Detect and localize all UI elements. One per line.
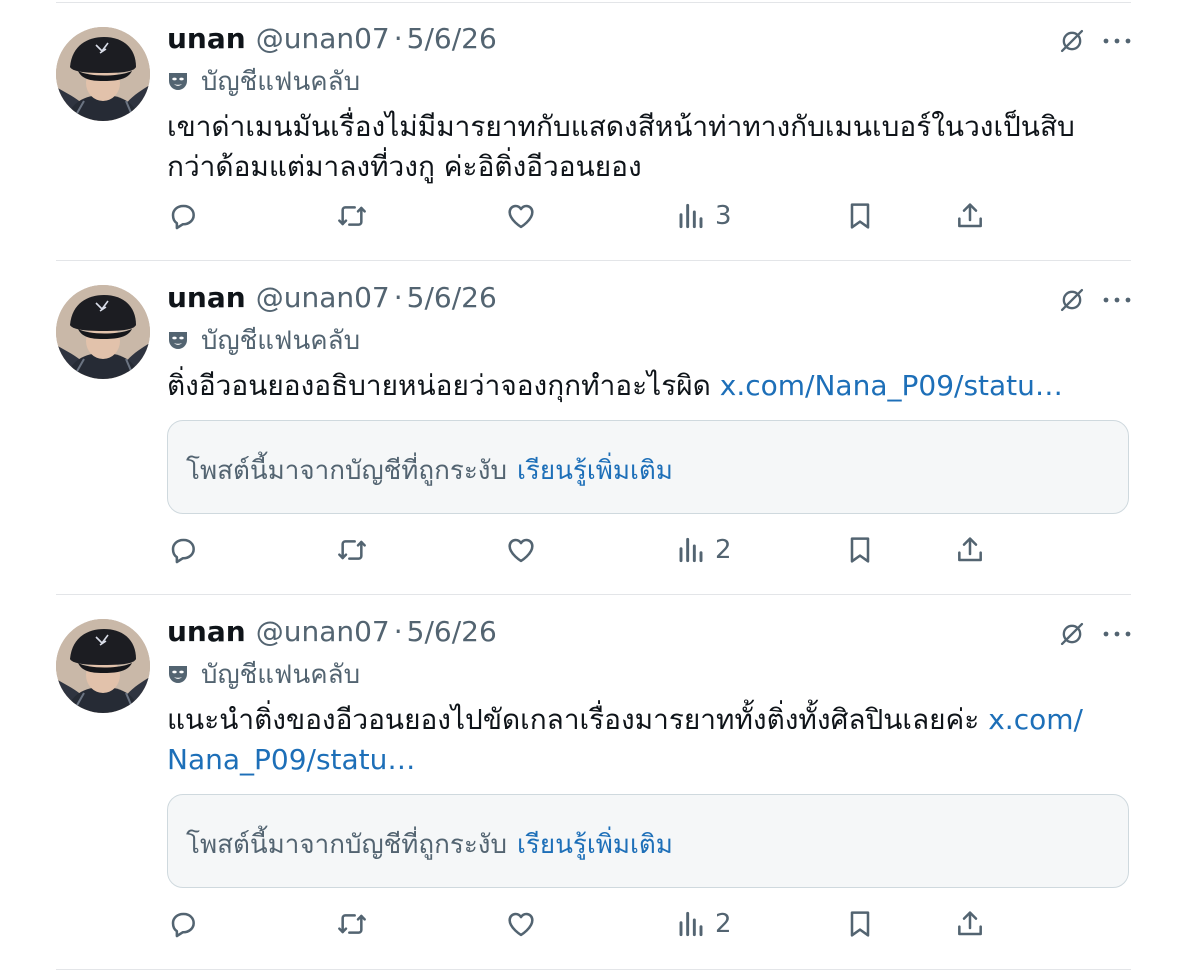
- bookmark-icon: [844, 534, 876, 566]
- share-icon: [954, 200, 986, 232]
- bookmark-button[interactable]: [844, 533, 876, 567]
- user-handle[interactable]: @unan07: [256, 615, 390, 648]
- views-count: 3: [715, 201, 732, 231]
- post-text: ติ่งอีวอนยองอธิบายหน่อยว่าจองกุกทำอะไรผิ…: [167, 366, 1127, 406]
- grok-icon[interactable]: [1058, 27, 1086, 55]
- user-handle[interactable]: @unan07: [256, 281, 390, 314]
- views-button[interactable]: 2: [675, 533, 732, 567]
- like-button[interactable]: [505, 533, 537, 567]
- post-link[interactable]: x.com/Nana_P09/statu…: [720, 369, 1063, 402]
- separator: ·: [393, 615, 403, 648]
- like-button[interactable]: [505, 907, 537, 941]
- grok-icon[interactable]: [1058, 286, 1086, 314]
- avatar[interactable]: [56, 619, 150, 713]
- divider-top: [56, 2, 1131, 3]
- fan-account-badge: บัญชีแฟนคลับ: [167, 658, 360, 690]
- fan-account-label: บัญชีแฟนคลับ: [201, 325, 361, 356]
- fan-account-mask-icon: [167, 70, 189, 92]
- display-name[interactable]: unan: [167, 22, 246, 55]
- post-header: unan @unan07 · 5/6/26: [167, 281, 497, 317]
- bookmark-icon: [844, 908, 876, 940]
- post-date[interactable]: 5/6/26: [407, 22, 497, 55]
- post-text-body: ติ่งอีวอนยองอธิบายหน่อยว่าจองกุกทำอะไรผิ…: [167, 369, 711, 402]
- fan-account-label: บัญชีแฟนคลับ: [201, 66, 361, 97]
- views-icon: [675, 534, 707, 566]
- share-button[interactable]: [954, 199, 986, 233]
- bookmark-button[interactable]: [844, 907, 876, 941]
- post-text: เขาด่าเมนมันเรื่องไม่มีมารยาทกับแสดงสีหน…: [167, 107, 1107, 187]
- reply-icon: [167, 908, 199, 940]
- post-date[interactable]: 5/6/26: [407, 281, 497, 314]
- views-icon: [675, 908, 707, 940]
- fan-account-badge: บัญชีแฟนคลับ: [167, 65, 360, 97]
- user-handle[interactable]: @unan07: [256, 22, 390, 55]
- repost-icon: [336, 200, 368, 232]
- more-icon[interactable]: [1102, 37, 1132, 45]
- share-button[interactable]: [954, 533, 986, 567]
- divider-bottom: [56, 969, 1131, 970]
- fan-account-mask-icon: [167, 329, 189, 351]
- views-icon: [675, 200, 707, 232]
- notice-text: โพสต์นี้มาจากบัญชีที่ถูกระงับ: [186, 456, 508, 486]
- separator: ·: [393, 281, 403, 314]
- fan-account-mask-icon: [167, 663, 189, 685]
- display-name[interactable]: unan: [167, 615, 246, 648]
- repost-button[interactable]: [336, 533, 368, 567]
- post-text-line: เขาด่าเมนมันเรื่องไม่มีมารยาทกับแสดงสีหน…: [167, 110, 1075, 143]
- fan-account-label: บัญชีแฟนคลับ: [201, 659, 361, 690]
- avatar[interactable]: [56, 27, 150, 121]
- like-button[interactable]: [505, 199, 537, 233]
- post-date[interactable]: 5/6/26: [407, 615, 497, 648]
- post-link-part2[interactable]: Nana_P09/statu…: [167, 743, 415, 776]
- bookmark-button[interactable]: [844, 199, 876, 233]
- grok-icon[interactable]: [1058, 620, 1086, 648]
- post-header: unan @unan07 · 5/6/26: [167, 22, 497, 58]
- like-icon: [505, 534, 537, 566]
- repost-icon: [336, 534, 368, 566]
- share-icon: [954, 534, 986, 566]
- separator: ·: [393, 22, 403, 55]
- divider-1: [56, 260, 1131, 261]
- more-icon[interactable]: [1102, 630, 1132, 638]
- display-name[interactable]: unan: [167, 281, 246, 314]
- avatar[interactable]: [56, 285, 150, 379]
- reply-button[interactable]: [167, 199, 199, 233]
- share-button[interactable]: [954, 907, 986, 941]
- repost-icon: [336, 908, 368, 940]
- views-button[interactable]: 3: [675, 199, 732, 233]
- share-icon: [954, 908, 986, 940]
- more-icon[interactable]: [1102, 296, 1132, 304]
- notice-text: โพสต์นี้มาจากบัญชีที่ถูกระงับ: [186, 830, 508, 860]
- views-count: 2: [715, 909, 732, 939]
- post-text: แนะนำติ่งของอีวอนยองไปขัดเกลาเรื่องมารยา…: [167, 700, 1127, 780]
- suspended-account-notice: โพสต์นี้มาจากบัญชีที่ถูกระงับ เรียนรู้เพิ…: [167, 420, 1129, 514]
- fan-account-badge: บัญชีแฟนคลับ: [167, 324, 360, 356]
- bookmark-icon: [844, 200, 876, 232]
- reply-icon: [167, 200, 199, 232]
- learn-more-link[interactable]: เรียนรู้เพิ่มเติม: [517, 830, 673, 860]
- repost-button[interactable]: [336, 199, 368, 233]
- like-icon: [505, 908, 537, 940]
- reply-button[interactable]: [167, 907, 199, 941]
- post-link-part1[interactable]: x.com/: [988, 703, 1083, 736]
- reply-icon: [167, 534, 199, 566]
- divider-2: [56, 594, 1131, 595]
- like-icon: [505, 200, 537, 232]
- repost-button[interactable]: [336, 907, 368, 941]
- learn-more-link[interactable]: เรียนรู้เพิ่มเติม: [517, 456, 673, 486]
- post-text-body: แนะนำติ่งของอีวอนยองไปขัดเกลาเรื่องมารยา…: [167, 703, 980, 736]
- post-header: unan @unan07 · 5/6/26: [167, 615, 497, 651]
- views-count: 2: [715, 535, 732, 565]
- post-text-line: กว่าด้อมแต่มาลงที่วงกู ค่ะอิติ่งอีวอนยอง: [167, 150, 642, 183]
- views-button[interactable]: 2: [675, 907, 732, 941]
- reply-button[interactable]: [167, 533, 199, 567]
- suspended-account-notice: โพสต์นี้มาจากบัญชีที่ถูกระงับ เรียนรู้เพิ…: [167, 794, 1129, 888]
